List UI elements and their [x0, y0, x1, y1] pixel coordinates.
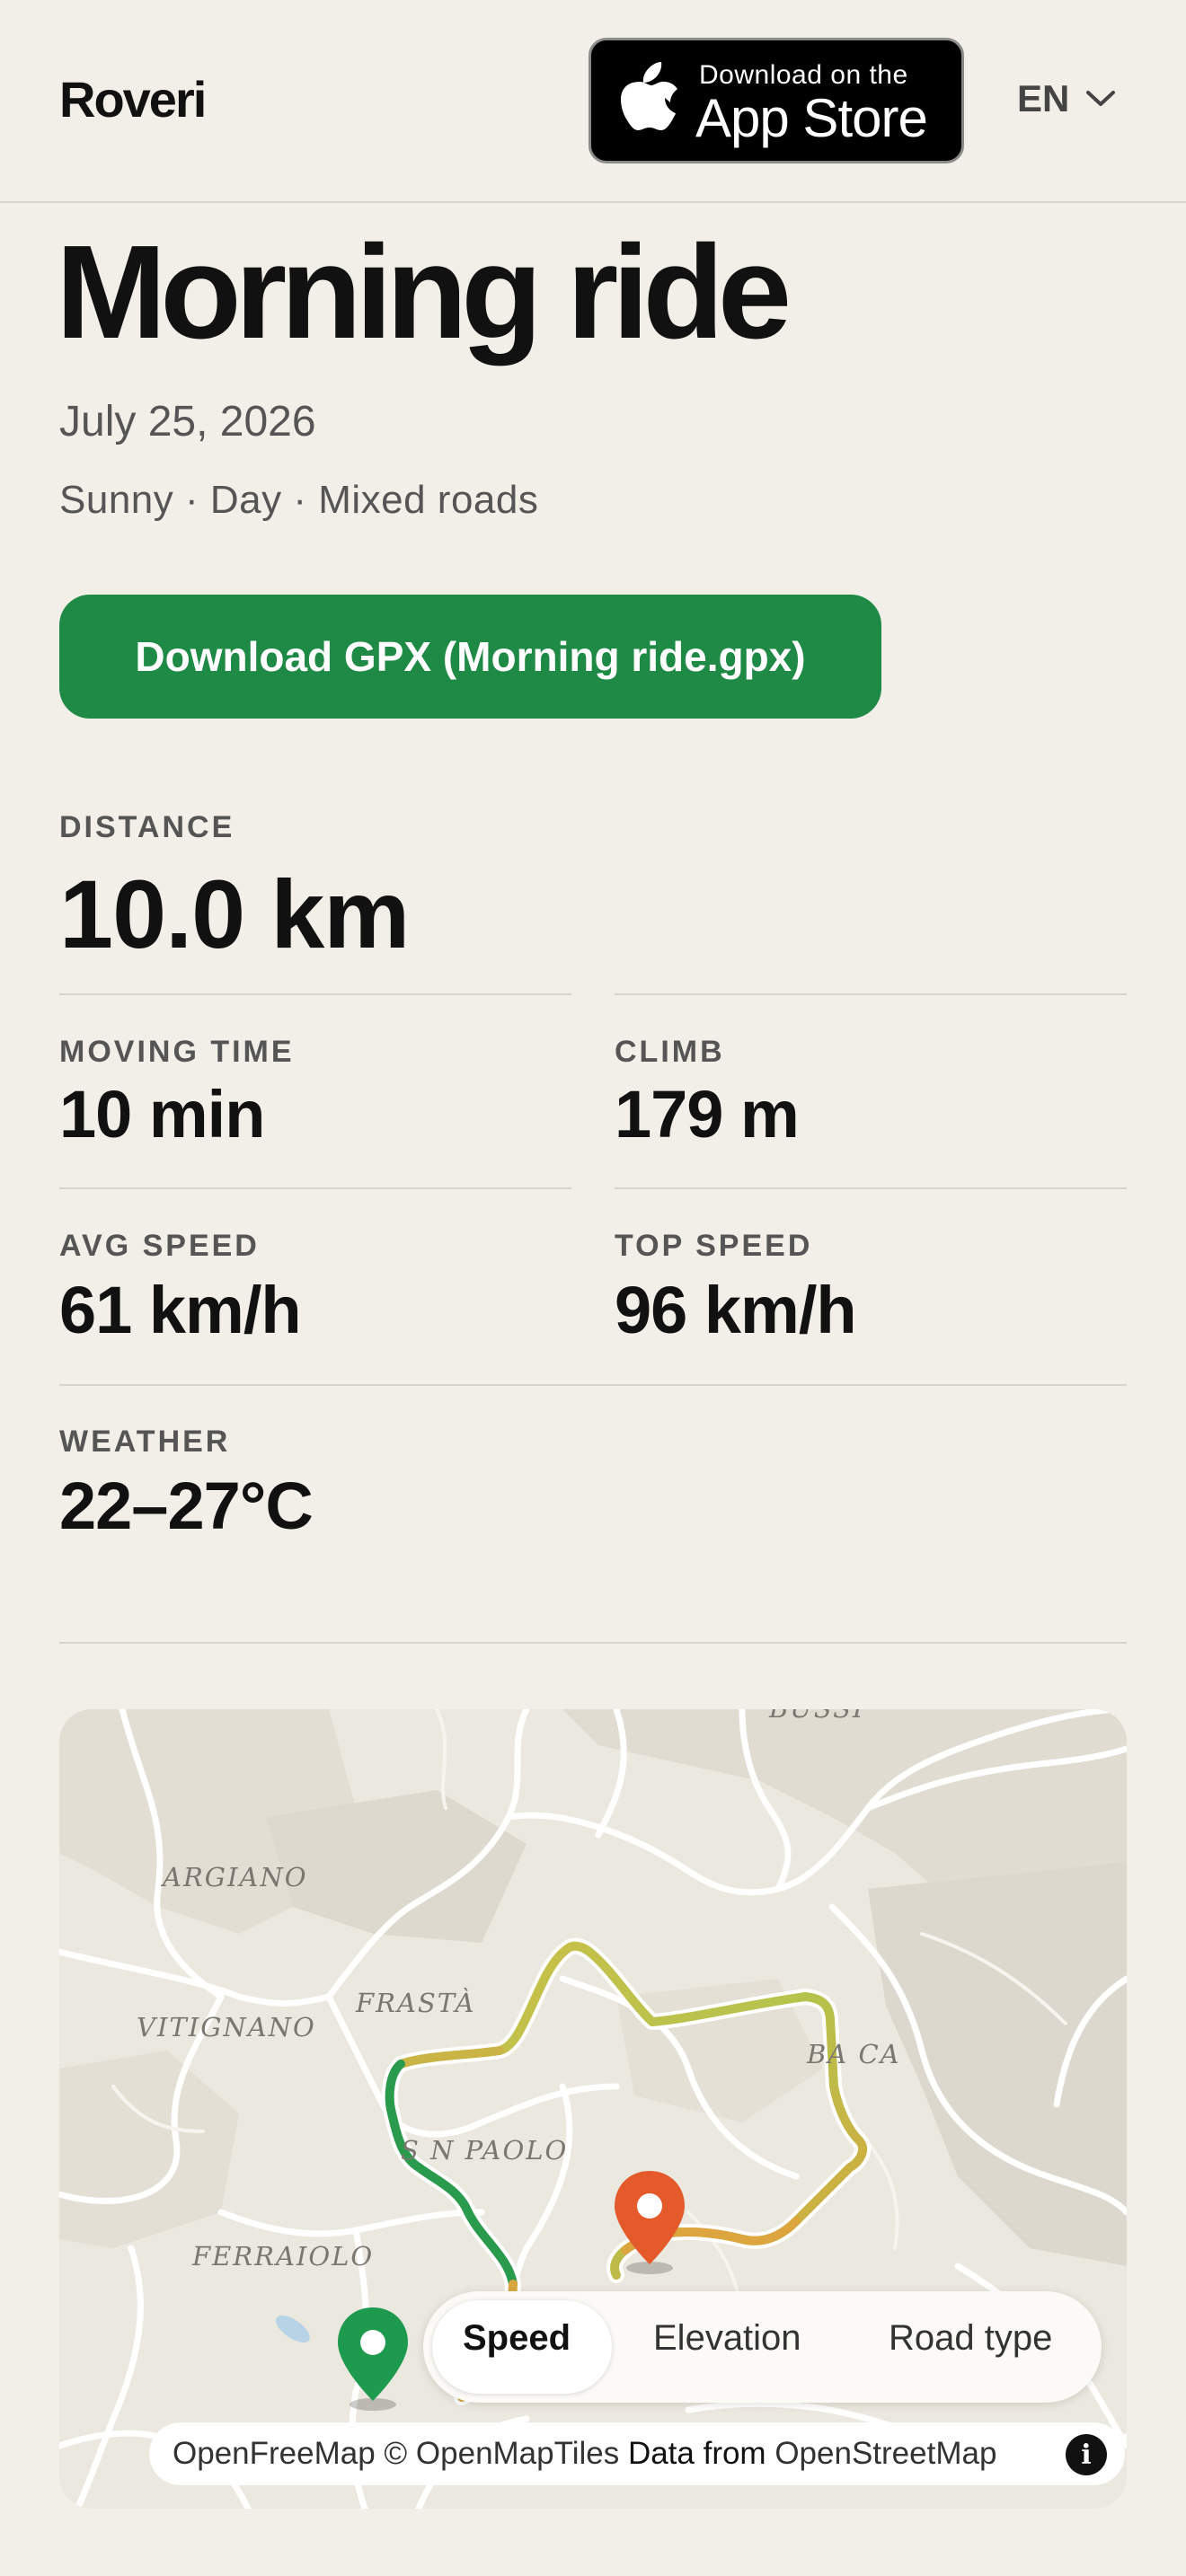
- start-marker-icon[interactable]: [332, 2304, 413, 2412]
- chevron-down-icon: [1086, 91, 1116, 106]
- climb-label: CLIMB: [615, 1035, 725, 1069]
- top-speed-label: TOP SPEED: [615, 1229, 813, 1263]
- appstore-small-text: Download on the: [699, 60, 908, 90]
- ride-title: Morning ride: [56, 218, 792, 366]
- appstore-big-text: App Store: [695, 88, 928, 148]
- divider: [59, 993, 571, 995]
- language-selector[interactable]: EN: [1017, 77, 1116, 120]
- app-store-badge[interactable]: Download on the App Store: [589, 38, 964, 163]
- tab-speed[interactable]: Speed: [463, 2318, 571, 2359]
- tab-elevation[interactable]: Elevation: [653, 2318, 801, 2359]
- map-place-label: ARGIANO: [163, 1862, 308, 1892]
- divider: [59, 1642, 1127, 1644]
- info-icon[interactable]: i: [1066, 2434, 1107, 2475]
- map-place-label: FRASTÀ: [356, 1988, 476, 2018]
- divider: [615, 993, 1127, 995]
- divider: [59, 1384, 1127, 1386]
- climb-value: 179 m: [615, 1077, 800, 1151]
- map-place-label: BA CA: [807, 2039, 901, 2069]
- logo[interactable]: Roveri: [59, 70, 207, 128]
- top-speed-value: 96 km/h: [615, 1273, 857, 1347]
- ride-date: July 25, 2026: [59, 398, 316, 446]
- ride-meta: Sunny · Day · Mixed roads: [59, 478, 539, 522]
- avg-speed-label: AVG SPEED: [59, 1229, 260, 1263]
- tab-road-type[interactable]: Road type: [889, 2318, 1052, 2359]
- distance-label: DISTANCE: [59, 810, 235, 844]
- avg-speed-value: 61 km/h: [59, 1273, 302, 1347]
- weather-label: WEATHER: [59, 1425, 231, 1459]
- distance-value: 10.0 km: [59, 860, 410, 968]
- site-header: Roveri Download on the App Store EN: [0, 0, 1186, 203]
- map-layer-tabs: Speed Elevation Road type: [423, 2291, 1102, 2403]
- weather-value: 22–27°C: [59, 1469, 314, 1543]
- map-attribution: OpenFreeMap © OpenMapTiles Data from Ope…: [149, 2422, 1125, 2485]
- language-code: EN: [1017, 77, 1070, 119]
- moving-time-value: 10 min: [59, 1077, 265, 1151]
- map-place-label: BUSSI: [769, 1709, 864, 1724]
- attribution-openfreemap[interactable]: OpenFreeMap © OpenMapTiles: [173, 2436, 628, 2472]
- download-gpx-button[interactable]: Download GPX (Morning ride.gpx): [59, 595, 881, 719]
- apple-icon: [621, 62, 677, 130]
- map-place-label: FERRAIOLO: [192, 2241, 375, 2272]
- divider: [615, 1187, 1127, 1189]
- moving-time-label: MOVING TIME: [59, 1035, 295, 1069]
- divider: [59, 1187, 571, 1189]
- map-place-label: S N PAOLO: [401, 2135, 569, 2166]
- attribution-osm-link[interactable]: OpenStreetMap: [774, 2436, 996, 2472]
- attribution-data-from: Data from: [627, 2436, 775, 2471]
- end-marker-icon[interactable]: [609, 2167, 690, 2275]
- map-place-label: VITIGNANO: [137, 2012, 316, 2042]
- route-map[interactable]: ARGIANO VITIGNANO FRASTÀ BA CA S N PAOLO…: [59, 1709, 1127, 2509]
